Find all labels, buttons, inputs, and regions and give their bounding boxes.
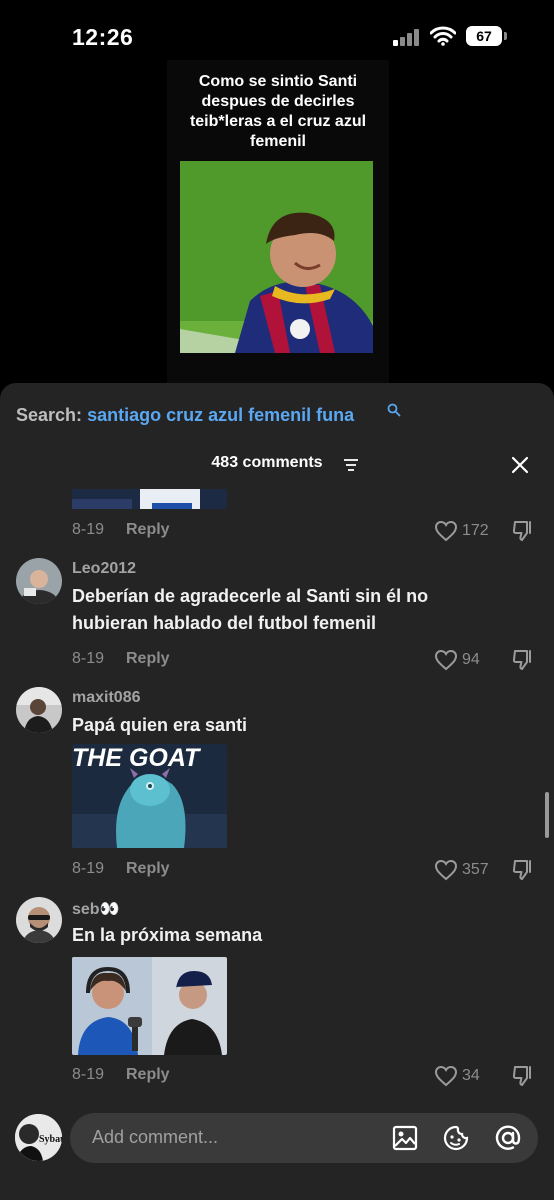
like-count: 357 (462, 861, 489, 878)
avatar[interactable] (16, 687, 62, 733)
at-icon[interactable] (494, 1124, 522, 1152)
comment-text: Deberían de agradecerle al Santi sin él … (72, 586, 429, 633)
comment-meta: 8-19 Reply (72, 860, 170, 878)
emoji-icon[interactable] (442, 1124, 470, 1152)
like-button[interactable]: 34 (434, 1065, 494, 1087)
search-query[interactable]: santiago cruz azul femenil funa (87, 405, 354, 425)
comment-image-caption: THE GOAT (72, 744, 202, 772)
image-icon[interactable] (391, 1124, 419, 1152)
reply-button[interactable]: Reply (126, 860, 170, 878)
like-button[interactable]: 94 (434, 649, 494, 671)
comment-meta: 8-19 Reply (72, 1066, 170, 1084)
comments-count: 483 comments (0, 454, 554, 472)
video-caption: Como se sintio Santi despues de decirles… (189, 73, 367, 150)
comment-text: En la próxima semana (72, 925, 263, 945)
like-button[interactable]: 172 (434, 520, 494, 542)
comment-image[interactable]: THE GOAT (72, 744, 227, 848)
search-label: Search: (16, 405, 83, 425)
my-avatar-text: Sybau (39, 1134, 62, 1145)
video-frame-image (180, 161, 373, 353)
search-icon[interactable] (387, 403, 401, 417)
status-time: 12:26 (72, 24, 134, 50)
comments-count-label: 483 comments (211, 454, 323, 471)
filter-icon[interactable] (343, 458, 359, 472)
avatar[interactable] (16, 558, 62, 604)
heart-icon (434, 1065, 458, 1087)
dislike-icon[interactable] (511, 858, 535, 882)
signal-icon (393, 28, 423, 46)
like-count: 172 (462, 522, 489, 539)
like-button[interactable]: 357 (434, 859, 494, 881)
scrollbar[interactable] (545, 792, 549, 838)
battery-icon: 67 (466, 26, 507, 46)
reply-button[interactable]: Reply (126, 1066, 170, 1084)
my-avatar[interactable]: Sybau (15, 1114, 62, 1161)
comment-username[interactable]: seb👀 (72, 899, 120, 919)
comment-meta: 8-19 Reply (72, 650, 170, 668)
reply-button[interactable]: Reply (126, 521, 170, 539)
heart-icon (434, 520, 458, 542)
like-count: 34 (462, 1067, 480, 1084)
comment-meta: 8-19 Reply (72, 521, 170, 539)
comment-username[interactable]: maxit086 (72, 689, 141, 707)
comment-date: 8-19 (72, 1066, 105, 1083)
comment-image[interactable] (72, 957, 227, 1055)
comment-username[interactable]: Leo2012 (72, 560, 136, 578)
comment-date: 8-19 (72, 521, 105, 538)
comment-image-partial[interactable] (72, 489, 227, 509)
reply-button[interactable]: Reply (126, 650, 170, 668)
avatar[interactable] (16, 897, 62, 943)
like-count: 94 (462, 651, 480, 668)
wifi-icon (430, 26, 456, 46)
dislike-icon[interactable] (511, 1064, 535, 1088)
dislike-icon[interactable] (511, 519, 535, 543)
close-icon[interactable] (510, 455, 530, 475)
comment-date: 8-19 (72, 860, 105, 877)
comment-input-placeholder: Add comment... (92, 1127, 219, 1147)
heart-icon (434, 859, 458, 881)
comment-text: Papá quien era santi (72, 715, 248, 735)
dislike-icon[interactable] (511, 648, 535, 672)
heart-icon (434, 649, 458, 671)
comment-date: 8-19 (72, 650, 105, 667)
related-search[interactable]: Search: santiago cruz azul femenil funa (16, 405, 354, 426)
